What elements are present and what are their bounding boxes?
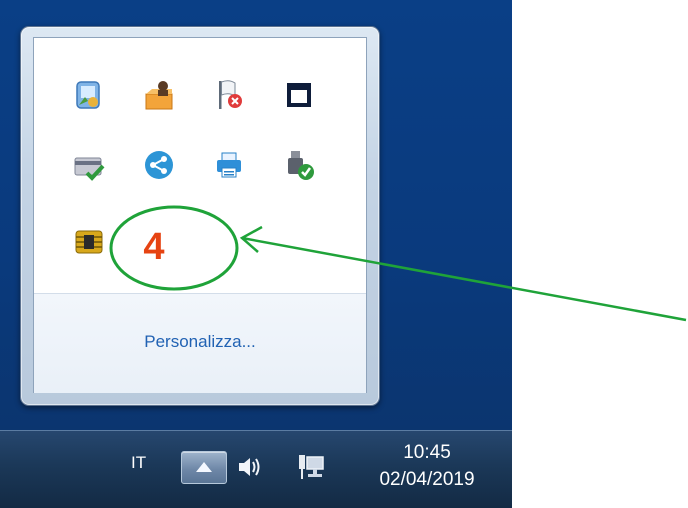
share-icon[interactable]	[141, 147, 177, 183]
arrow-up-icon	[196, 462, 212, 472]
usb-safely-remove-icon[interactable]	[281, 147, 317, 183]
taskbar: IT 10:45 02/04/2019	[0, 430, 512, 508]
printer-icon[interactable]	[211, 147, 247, 183]
language-indicator[interactable]: IT	[131, 453, 146, 473]
network-icon[interactable]	[295, 451, 327, 488]
number-four-icon[interactable]: 4	[129, 222, 179, 272]
notification-area-flyout: 4 Personalizza...	[20, 26, 380, 406]
clock-date: 02/04/2019	[379, 469, 475, 490]
flyout-panel: 4 Personalizza...	[33, 37, 367, 393]
flyout-footer: Personalizza...	[34, 293, 366, 393]
user-folder-icon[interactable]	[141, 77, 177, 113]
window-square-icon[interactable]	[281, 77, 317, 113]
smartcard-chip-icon[interactable]	[71, 223, 107, 259]
action-center-flag-error-icon[interactable]	[211, 77, 247, 113]
hidden-icons-grid: 4	[34, 38, 366, 293]
show-hidden-icons-button[interactable]	[181, 451, 227, 484]
card-check-icon[interactable]	[71, 147, 107, 183]
customize-link[interactable]: Personalizza...	[34, 332, 366, 352]
clock-time: 10:45	[403, 442, 451, 463]
windows-mobile-center-icon[interactable]	[71, 77, 107, 113]
volume-icon[interactable]	[235, 453, 263, 486]
clock[interactable]: 10:45 02/04/2019	[362, 441, 492, 495]
